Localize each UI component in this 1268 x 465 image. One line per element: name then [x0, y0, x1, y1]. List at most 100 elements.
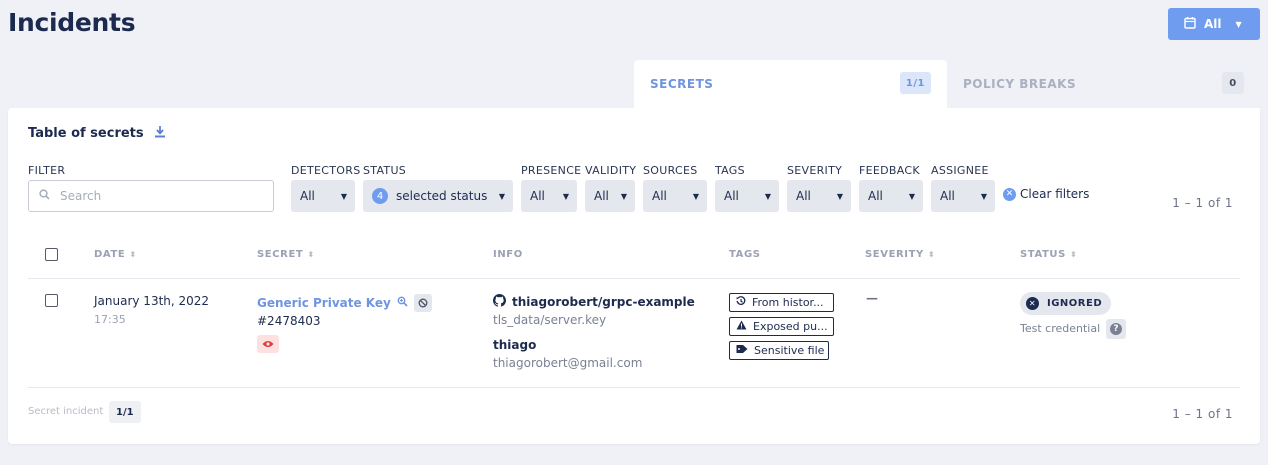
warning-icon	[736, 320, 747, 333]
validity-select[interactable]: All ▼	[585, 180, 635, 212]
assignee-select[interactable]: All ▼	[931, 180, 995, 212]
tags-select[interactable]: All ▼	[715, 180, 779, 212]
download-icon[interactable]	[154, 125, 166, 142]
feedback-label: FEEDBACK	[859, 164, 920, 177]
tag-label: Exposed pu...	[753, 320, 828, 333]
close-icon: ✕	[1003, 187, 1016, 201]
select-all-checkbox[interactable]	[45, 248, 58, 261]
incident-date: January 13th, 2022	[94, 294, 210, 308]
ban-icon[interactable]	[413, 294, 432, 312]
tags-label: TAGS	[715, 164, 745, 177]
presence-select[interactable]: All ▼	[521, 180, 577, 212]
github-icon	[493, 294, 506, 310]
tag-label: From histor...	[752, 296, 824, 309]
secret-link[interactable]: Generic Private Key	[257, 296, 391, 310]
tag-icon	[736, 344, 748, 357]
select-value: All	[868, 189, 883, 203]
caret-down-icon: ▼	[498, 191, 505, 201]
filter-label: FILTER	[28, 164, 66, 177]
search-input[interactable]: Search	[28, 180, 274, 212]
sources-label: SOURCES	[643, 164, 698, 177]
repository-link[interactable]: thiagorobert/grpc-example	[493, 294, 695, 310]
sort-icon: ⬍	[927, 250, 936, 259]
search-placeholder: Search	[60, 189, 102, 203]
validity-label: VALIDITY	[585, 164, 637, 177]
select-value: All	[300, 189, 315, 203]
tag-from-history: From histor...	[729, 293, 834, 312]
status-reason: Test credential	[1020, 322, 1101, 335]
status-select[interactable]: 4 selected status ▼	[363, 180, 513, 212]
assignee-label: ASSIGNEE	[931, 164, 989, 177]
pagination-top: 1 – 1 of 1	[1172, 196, 1233, 210]
select-value: All	[796, 189, 811, 203]
search-icon	[39, 189, 50, 203]
calendar-icon	[1184, 16, 1196, 32]
column-header-severity[interactable]: SEVERITY ⬍	[865, 249, 935, 260]
sort-icon: ⬍	[1069, 250, 1078, 259]
column-header-status[interactable]: STATUS ⬍	[1020, 249, 1077, 260]
tab-policy-breaks[interactable]: POLICY BREAKS 0	[947, 60, 1260, 108]
page-title: Incidents	[8, 8, 136, 37]
sources-select[interactable]: All ▼	[643, 180, 707, 212]
clear-filters-label: Clear filters	[1020, 187, 1090, 201]
caret-down-icon: ▼	[562, 191, 569, 201]
tag-label: Sensitive file	[754, 344, 825, 357]
caret-down-icon: ▼	[1235, 19, 1242, 29]
incident-time: 17:35	[94, 313, 126, 326]
caret-down-icon: ▼	[836, 191, 843, 201]
caret-down-icon: ▼	[692, 191, 699, 201]
column-header-date[interactable]: DATE ⬍	[94, 249, 137, 260]
status-count-badge: 4	[372, 188, 388, 204]
secret-id: #2478403	[257, 314, 321, 328]
select-value: All	[530, 189, 545, 203]
severity-select[interactable]: All ▼	[787, 180, 851, 212]
column-label: INFO	[493, 249, 523, 260]
column-header-secret[interactable]: SECRET ⬍	[257, 249, 315, 260]
column-label: TAGS	[729, 249, 761, 260]
tab-label: POLICY BREAKS	[963, 77, 1077, 91]
sort-icon: ⬍	[129, 250, 137, 259]
tab-count: 1/1	[899, 72, 931, 94]
history-icon	[736, 296, 746, 309]
tab-count: 0	[1222, 72, 1244, 94]
author-email: thiagorobert@gmail.com	[493, 356, 643, 370]
footer-label: Secret incident	[28, 406, 104, 417]
status-badge: ✕ IGNORED	[1020, 292, 1112, 315]
file-path[interactable]: tls_data/server.key	[493, 313, 606, 327]
severity-label: SEVERITY	[787, 164, 843, 177]
zoom-icon[interactable]	[397, 296, 408, 310]
pagination-bottom: 1 – 1 of 1	[1172, 407, 1233, 421]
feedback-select[interactable]: All ▼	[859, 180, 923, 212]
tag-exposed-publicly: Exposed pu...	[729, 317, 834, 336]
column-header-tags: TAGS	[729, 249, 761, 260]
secrets-table-card: Table of secrets FILTER DETECTORS STATUS…	[8, 108, 1260, 444]
x-circle-icon: ✕	[1026, 297, 1039, 310]
eye-icon[interactable]	[257, 335, 279, 353]
clear-filters-button[interactable]: ✕ Clear filters	[1003, 187, 1089, 201]
date-filter-label: All	[1204, 17, 1222, 31]
column-header-info: INFO	[493, 249, 523, 260]
row-checkbox[interactable]	[45, 294, 58, 307]
caret-down-icon: ▼	[908, 191, 915, 201]
column-label: DATE	[94, 249, 126, 260]
select-value: selected status	[396, 189, 488, 203]
column-label: SECRET	[257, 249, 304, 260]
detectors-select[interactable]: All ▼	[291, 180, 355, 212]
caret-down-icon: ▼	[340, 191, 347, 201]
footer-count: 1/1	[109, 401, 141, 423]
question-icon[interactable]: ?	[1106, 319, 1126, 339]
status-label: STATUS	[363, 164, 407, 177]
sort-icon: ⬍	[307, 250, 315, 259]
detectors-label: DETECTORS	[291, 164, 361, 177]
caret-down-icon: ▼	[764, 191, 771, 201]
column-label: SEVERITY	[865, 249, 924, 260]
select-value: All	[652, 189, 667, 203]
tab-secrets[interactable]: SECRETS 1/1	[634, 60, 947, 108]
author-name: thiago	[493, 338, 537, 352]
tab-label: SECRETS	[650, 77, 714, 91]
date-filter-button[interactable]: All ▼	[1168, 8, 1260, 40]
select-value: All	[724, 189, 739, 203]
table-title: Table of secrets	[28, 125, 166, 142]
caret-down-icon: ▼	[980, 191, 987, 201]
secret-name-cell: Generic Private Key	[257, 294, 432, 312]
